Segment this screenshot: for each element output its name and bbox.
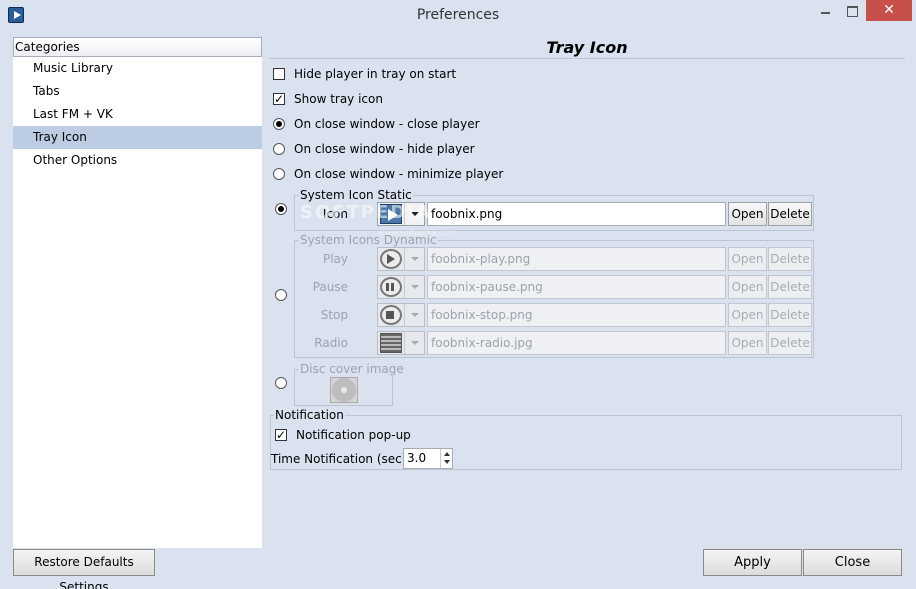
static-icon-label: Icon xyxy=(322,207,348,221)
minimize-player-label: On close window - minimize player xyxy=(294,167,504,181)
categories-header[interactable]: Categories xyxy=(13,37,262,57)
hide-player-radio[interactable] xyxy=(273,143,285,155)
sidebar-item-music-library[interactable]: Music Library xyxy=(13,57,262,80)
notification-popup-checkbox[interactable] xyxy=(275,426,287,444)
radio-file-field[interactable]: foobnix-radio.jpg xyxy=(427,331,726,355)
notification-popup-label: Notification pop-up xyxy=(296,428,411,442)
pause-delete-button[interactable]: Delete xyxy=(768,275,812,299)
static-group-legend: System Icon Static xyxy=(299,188,413,202)
sidebar-item-tray-icon[interactable]: Tray Icon xyxy=(13,126,262,149)
play-label: Play xyxy=(322,252,348,266)
chevron-down-icon xyxy=(404,304,424,326)
restore-defaults-button[interactable]: Restore Defaults Settings xyxy=(13,549,155,589)
radio-icon xyxy=(380,333,402,353)
radio-delete-button[interactable]: Delete xyxy=(768,331,812,355)
time-notification-spinner[interactable]: 3.0 xyxy=(403,448,453,469)
disc-cover-radio[interactable] xyxy=(275,377,287,389)
static-open-button[interactable]: Open xyxy=(728,202,767,226)
show-tray-icon-label: Show tray icon xyxy=(294,92,383,106)
close-player-label: On close window - close player xyxy=(294,117,480,131)
static-icon-file-field[interactable]: foobnix.png xyxy=(427,202,726,226)
radio-label: Radio xyxy=(314,336,348,350)
disc-cover-icon[interactable] xyxy=(330,377,358,403)
pause-open-button[interactable]: Open xyxy=(728,275,767,299)
show-tray-icon-checkbox[interactable] xyxy=(273,90,285,108)
window-title: Preferences xyxy=(416,7,500,23)
stop-delete-button[interactable]: Delete xyxy=(768,303,812,327)
play-file-field[interactable]: foobnix-play.png xyxy=(427,247,726,271)
pause-icon xyxy=(380,277,402,297)
hide-on-start-label: Hide player in tray on start xyxy=(294,67,457,81)
stop-open-button[interactable]: Open xyxy=(728,303,767,327)
close-window-button[interactable]: ✕ xyxy=(866,0,912,21)
play-icon-selector[interactable] xyxy=(377,247,425,271)
spinner-buttons[interactable] xyxy=(440,449,452,468)
notification-legend: Notification xyxy=(274,408,345,422)
stop-file-field[interactable]: foobnix-stop.png xyxy=(427,303,726,327)
static-delete-button[interactable]: Delete xyxy=(768,202,812,226)
static-icon-selector[interactable] xyxy=(377,202,425,226)
stop-icon xyxy=(380,305,402,325)
chevron-down-icon xyxy=(404,248,424,270)
sidebar-item-tabs[interactable]: Tabs xyxy=(13,80,262,103)
minimize-button[interactable] xyxy=(813,0,839,21)
sidebar-item-other-options[interactable]: Other Options xyxy=(13,149,262,172)
pause-file-field[interactable]: foobnix-pause.png xyxy=(427,275,726,299)
apply-button[interactable]: Apply xyxy=(703,549,802,576)
hide-player-label: On close window - hide player xyxy=(294,142,475,156)
chevron-down-icon xyxy=(404,276,424,298)
hide-on-start-checkbox[interactable] xyxy=(273,68,285,80)
time-notification-label: Time Notification (sec): xyxy=(271,452,411,466)
chevron-down-icon xyxy=(404,203,424,225)
play-open-button[interactable]: Open xyxy=(728,247,767,271)
disc-cover-legend: Disc cover image xyxy=(299,362,405,376)
chevron-down-icon xyxy=(404,332,424,354)
maximize-button[interactable] xyxy=(839,0,865,21)
stop-label: Stop xyxy=(320,308,348,322)
play-icon xyxy=(380,249,402,269)
radio-open-button[interactable]: Open xyxy=(728,331,767,355)
play-delete-button[interactable]: Delete xyxy=(768,247,812,271)
pause-icon-selector[interactable] xyxy=(377,275,425,299)
minimize-player-radio[interactable] xyxy=(273,168,285,180)
radio-icon-selector[interactable] xyxy=(377,331,425,355)
time-notification-value: 3.0 xyxy=(407,451,427,465)
pause-label: Pause xyxy=(312,280,348,294)
stop-icon-selector[interactable] xyxy=(377,303,425,327)
dynamic-group-legend: System Icons Dynamic xyxy=(299,233,438,247)
sidebar-item-last-fm-vk[interactable]: Last FM + VK xyxy=(13,103,262,126)
close-button[interactable]: Close xyxy=(803,549,902,576)
title-bar: Preferences ✕ xyxy=(0,0,916,30)
categories-list: Music Library Tabs Last FM + VK Tray Ico… xyxy=(13,57,262,548)
static-play-icon xyxy=(380,204,402,224)
close-player-radio[interactable] xyxy=(273,118,285,130)
page-title: Tray Icon xyxy=(269,38,905,59)
